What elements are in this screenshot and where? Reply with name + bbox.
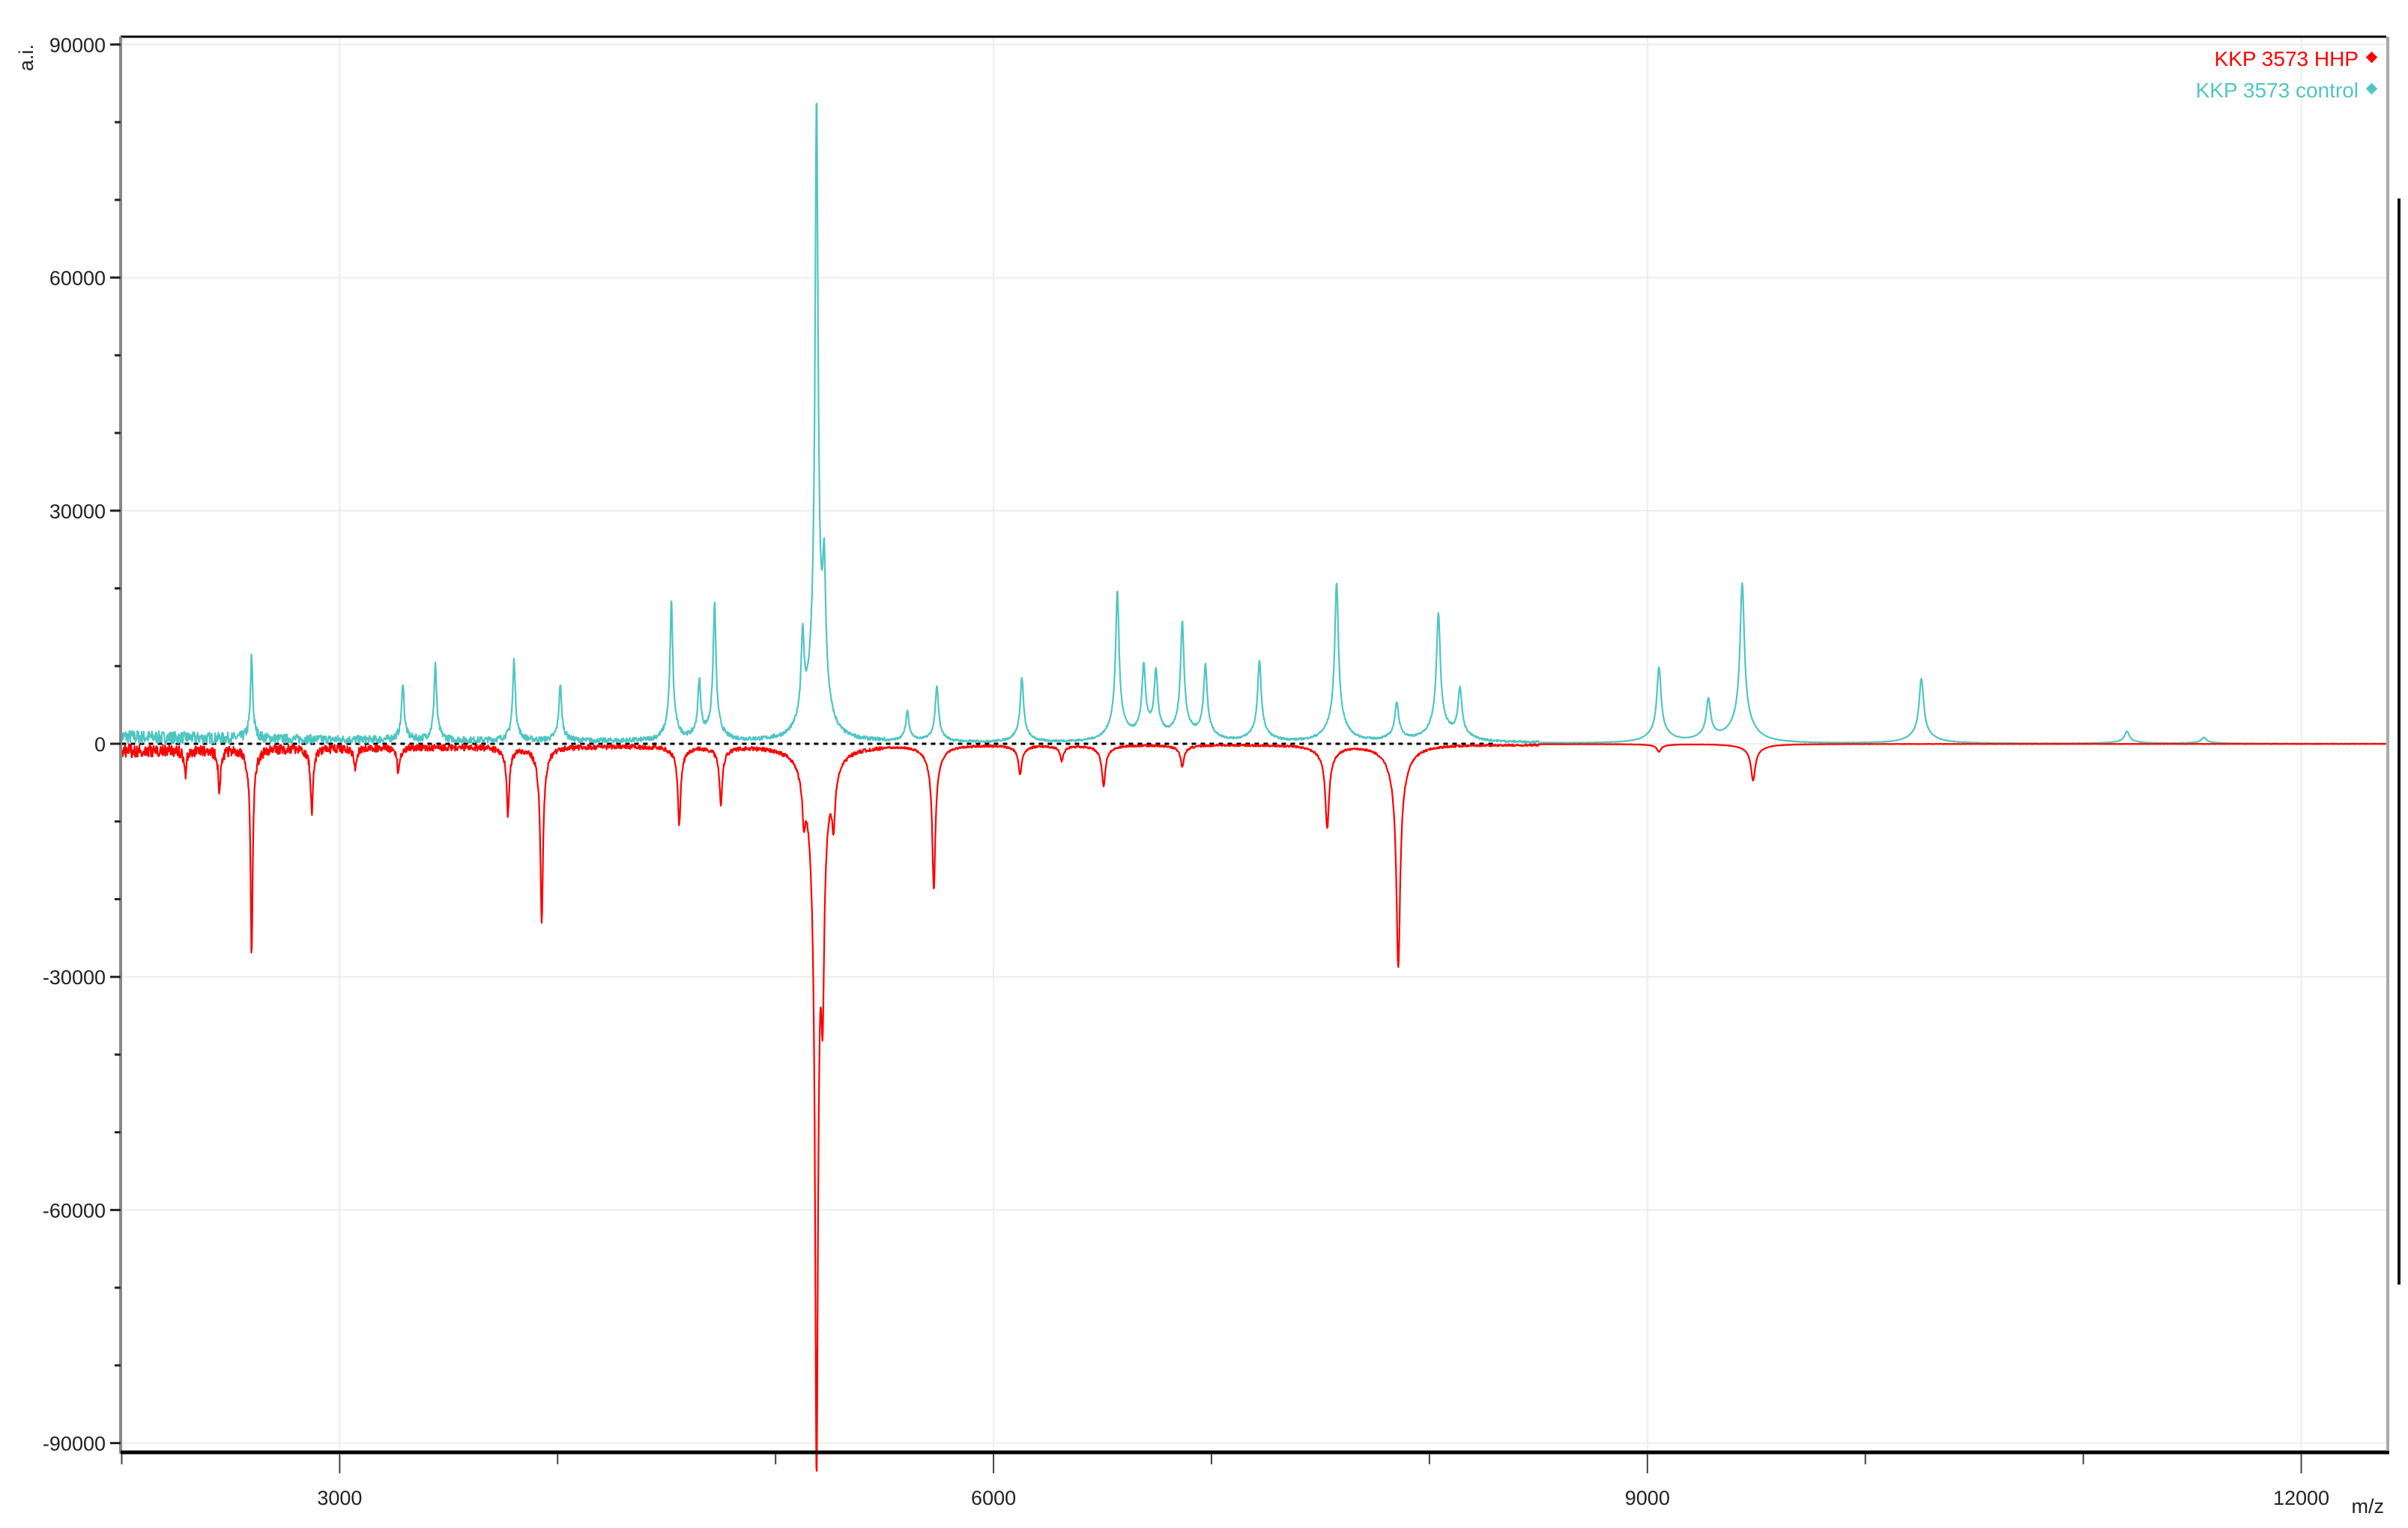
legend-marker-icon xyxy=(2365,82,2378,95)
side-scrollbar-line[interactable] xyxy=(2398,198,2401,1285)
y-tick-label: 0 xyxy=(94,733,106,756)
y-tick-label: 30000 xyxy=(49,500,106,523)
tick-marks xyxy=(110,43,2302,1473)
x-tick-label: 3000 xyxy=(317,1487,362,1509)
legend-label: KKP 3573 control xyxy=(2196,79,2359,102)
x-axis-label: m/z xyxy=(2352,1495,2385,1518)
y-tick-label: -60000 xyxy=(43,1199,106,1222)
mass-spectrum-chart: 3000 6000 9000 12000 90000 60000 30000 0 -30000 -… xyxy=(15,34,2401,1518)
y-tick-label: -30000 xyxy=(43,966,106,989)
legend: KKP 3573 HHP KKP 3573 control xyxy=(2196,47,2378,102)
x-tick-label: 9000 xyxy=(1625,1487,1670,1509)
y-tick-label: 60000 xyxy=(49,267,106,290)
y-tick-label: -90000 xyxy=(43,1433,106,1455)
series-group xyxy=(119,103,2387,1472)
legend-marker-icon xyxy=(2365,51,2378,64)
x-tick-label: 12000 xyxy=(2273,1487,2329,1509)
series-line-kkp-3573-hhp xyxy=(119,742,2387,1472)
y-tick-label: 90000 xyxy=(49,34,106,56)
series-line-kkp-3573-control xyxy=(119,103,2387,745)
y-axis-label: a.i. xyxy=(15,44,37,71)
legend-label: KKP 3573 HHP xyxy=(2215,47,2359,70)
x-tick-label: 6000 xyxy=(971,1487,1016,1509)
tick-labels: 3000 6000 9000 12000 90000 60000 30000 0 -30000 -… xyxy=(43,34,2329,1509)
